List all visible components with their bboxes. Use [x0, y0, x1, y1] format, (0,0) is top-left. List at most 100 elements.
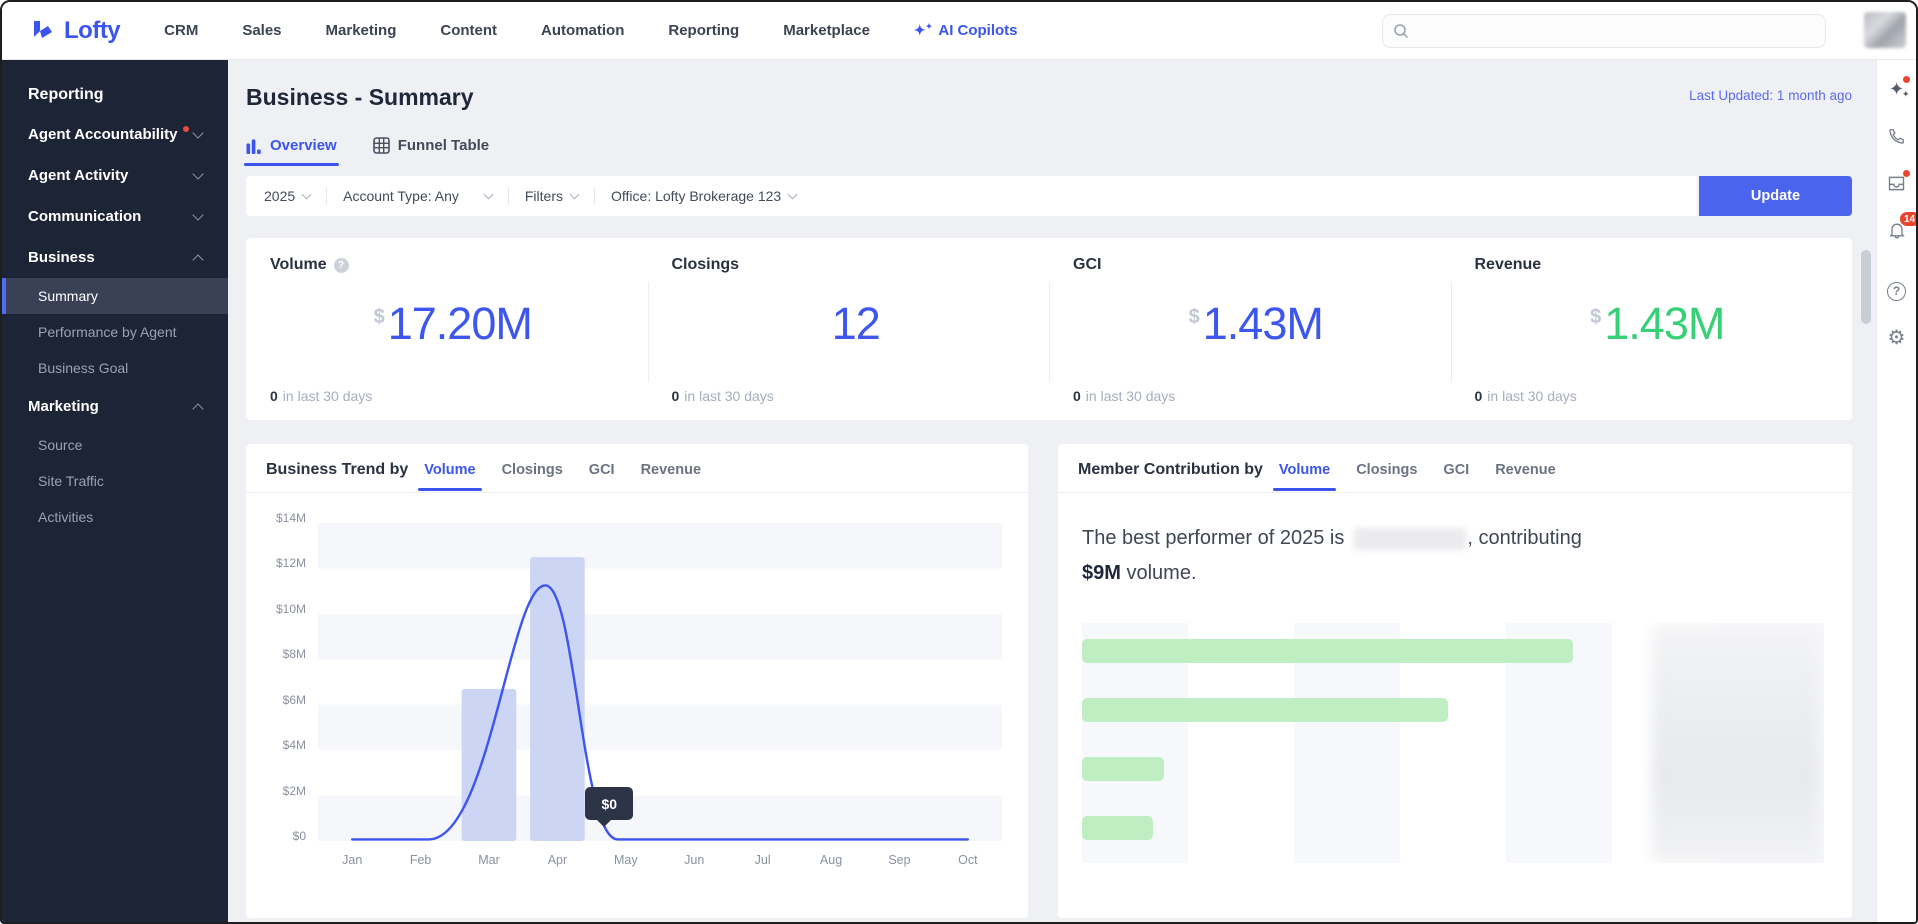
trend-tab-volume[interactable]: Volume [424, 462, 475, 491]
chevron-down-icon [788, 189, 798, 199]
page-title: Business - Summary [246, 84, 474, 111]
sentence-prefix: The best performer of 2025 is [1082, 527, 1344, 549]
year-filter-dropdown[interactable]: 2025 [264, 188, 310, 204]
tab-overview[interactable]: Overview [246, 137, 337, 166]
bell-icon[interactable]: 14 [1886, 219, 1908, 241]
lofty-logo[interactable]: Lofty [30, 17, 120, 45]
nav-item-content[interactable]: Content [440, 22, 497, 39]
account-type-dropdown[interactable]: Account Type: Any [343, 188, 492, 204]
chevron-down-icon [302, 189, 312, 199]
user-avatar[interactable] [1864, 12, 1906, 48]
sidebar-item-agent-activity[interactable]: Agent Activity [2, 155, 228, 196]
sidebar-item-agent-accountability[interactable]: Agent Accountability [2, 114, 228, 155]
metric-volume: Volume? $17.20M 0in last 30 days [246, 238, 648, 420]
phone-icon[interactable] [1886, 125, 1908, 147]
info-icon[interactable]: ? [334, 258, 349, 273]
filter-divider [508, 187, 509, 205]
metric-value: 1.43M [1203, 298, 1323, 349]
sidebar-item-performance-by-agent[interactable]: Performance by Agent [2, 314, 228, 350]
filter-divider [326, 187, 327, 205]
metric-label: GCI [1073, 256, 1101, 274]
nav-item-reporting[interactable]: Reporting [668, 22, 739, 39]
vertical-scrollbar-thumb[interactable] [1861, 250, 1871, 324]
sidebar-item-site-traffic[interactable]: Site Traffic [2, 463, 228, 499]
sidebar-item-activities[interactable]: Activities [2, 499, 228, 535]
x-tick: Jun [660, 853, 728, 867]
sidebar-item-label: Business [28, 249, 95, 266]
metric-label: Closings [672, 256, 740, 274]
metric-revenue: Revenue $1.43M 0in last 30 days [1451, 238, 1853, 420]
metric-count: 0 [1073, 388, 1081, 404]
sidebar-item-business[interactable]: Business [2, 237, 228, 278]
chevron-down-icon [570, 189, 580, 199]
redacted-region [1652, 623, 1820, 863]
x-tick: Jul [728, 853, 796, 867]
sidebar-item-communication[interactable]: Communication [2, 196, 228, 237]
member-tab-volume[interactable]: Volume [1279, 462, 1330, 491]
panel-title: Business Trend by [266, 461, 408, 479]
member-tab-gci[interactable]: GCI [1443, 462, 1469, 491]
ai-copilots-label: AI Copilots [938, 22, 1017, 39]
trend-tab-revenue[interactable]: Revenue [641, 462, 701, 491]
y-tick: $0 [293, 829, 306, 843]
global-search[interactable] [1382, 14, 1826, 48]
search-input[interactable] [1417, 23, 1815, 39]
settings-gear-icon[interactable]: ⚙ [1886, 327, 1908, 349]
search-icon [1393, 23, 1409, 39]
trend-metric-tabs: Volume Closings GCI Revenue [424, 462, 701, 477]
member-tab-revenue[interactable]: Revenue [1495, 462, 1555, 491]
help-icon[interactable]: ? [1886, 280, 1908, 302]
chevron-down-icon [483, 189, 493, 199]
trend-chart-svg [318, 523, 1002, 841]
sidebar-item-source[interactable]: Source [2, 427, 228, 463]
trend-chart: $14M$12M$10M$8M$6M$4M$2M$0 $0 JanFebMarA… [262, 517, 1002, 889]
x-tick: Oct [934, 853, 1002, 867]
panel-title: Member Contribution by [1078, 461, 1263, 479]
y-tick: $10M [276, 602, 306, 616]
bar-chart-icon [246, 138, 262, 154]
nav-item-ai-copilots[interactable]: ✦✦ AI Copilots [914, 22, 1018, 39]
x-axis-labels: JanFebMarAprMayJunJulAugSepOct [318, 853, 1002, 867]
update-button[interactable]: Update [1699, 176, 1852, 216]
tab-funnel-table[interactable]: Funnel Table [373, 137, 489, 166]
inbox-icon[interactable] [1886, 172, 1908, 194]
reporting-sidebar: Reporting Agent Accountability Agent Act… [2, 60, 228, 924]
best-performer-sentence: The best performer of 2025 is, contribut… [1082, 521, 1742, 591]
notification-dot [1903, 170, 1910, 177]
ai-assistant-icon[interactable]: ✦✦ [1886, 78, 1908, 100]
chart-tooltip: $0 [585, 787, 633, 820]
currency-symbol: $ [374, 306, 385, 328]
nav-item-automation[interactable]: Automation [541, 22, 624, 39]
nav-item-sales[interactable]: Sales [242, 22, 281, 39]
nav-item-marketing[interactable]: Marketing [326, 22, 397, 39]
metric-count-suffix: in last 30 days [283, 388, 373, 404]
member-contribution-panel: Member Contribution by Volume Closings G… [1058, 444, 1852, 918]
sidebar-item-summary[interactable]: Summary [2, 278, 228, 314]
member-bar [1082, 757, 1164, 781]
trend-tab-closings[interactable]: Closings [502, 462, 563, 491]
tab-label: Funnel Table [398, 137, 489, 154]
account-type-value: Account Type: Any [343, 188, 459, 204]
y-tick: $14M [276, 511, 306, 525]
x-tick: Jan [318, 853, 386, 867]
sidebar-item-marketing[interactable]: Marketing [2, 386, 228, 427]
currency-symbol: $ [1590, 306, 1601, 328]
y-tick: $12M [276, 556, 306, 570]
x-tick: Mar [455, 853, 523, 867]
filters-dropdown[interactable]: Filters [525, 188, 578, 204]
nav-item-marketplace[interactable]: Marketplace [783, 22, 870, 39]
x-tick: Feb [386, 853, 454, 867]
sidebar-item-label: Agent Activity [28, 167, 128, 184]
nav-item-crm[interactable]: CRM [164, 22, 198, 39]
year-filter-value: 2025 [264, 188, 295, 204]
office-dropdown[interactable]: Office: Lofty Brokerage 123 [611, 188, 796, 204]
ai-sparkle-icon: ✦✦ [914, 22, 932, 39]
member-tab-closings[interactable]: Closings [1356, 462, 1417, 491]
y-axis-ticks: $14M$12M$10M$8M$6M$4M$2M$0 [262, 517, 306, 835]
trend-tab-gci[interactable]: GCI [589, 462, 615, 491]
metric-count-suffix: in last 30 days [1487, 388, 1577, 404]
metric-value: 1.43M [1604, 298, 1724, 349]
sidebar-item-business-goal[interactable]: Business Goal [2, 350, 228, 386]
y-tick: $6M [283, 693, 306, 707]
sidebar-title: Reporting [2, 86, 228, 114]
